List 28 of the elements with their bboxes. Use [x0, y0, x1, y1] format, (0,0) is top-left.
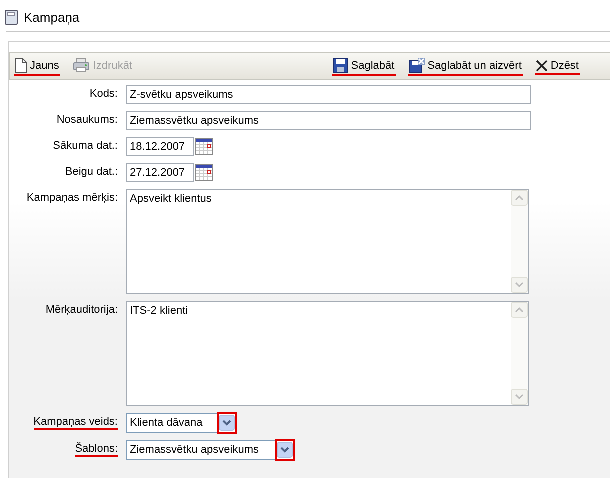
- toolbar-button[interactable]: Saglabāt un aizvērt: [408, 56, 523, 76]
- field-label: Kods:: [90, 87, 118, 102]
- date-field[interactable]: 18.12.2007: [126, 137, 194, 156]
- field-label: Beigu dat.:: [65, 165, 118, 180]
- dropdown[interactable]: Klienta dāvana: [126, 413, 236, 433]
- printer-icon: [73, 58, 90, 73]
- floppy-disk-close-icon: [408, 58, 425, 73]
- date-field[interactable]: 27.12.2007: [126, 163, 194, 182]
- text-field[interactable]: Ziemassvētku apsveikums: [126, 111, 531, 130]
- dropdown[interactable]: Ziemassvētku apsveikums: [126, 440, 294, 460]
- field-label: Šablons:: [75, 440, 118, 457]
- document-icon: [15, 58, 27, 73]
- field-label: Nosaukums:: [56, 113, 118, 128]
- calendar-icon[interactable]: [195, 164, 213, 181]
- book-icon: [5, 10, 18, 24]
- toolbar-button[interactable]: Saglabāt: [332, 56, 396, 76]
- field-label: Kampaņas mērķis:: [26, 191, 118, 206]
- toolbar-button[interactable]: Dzēst: [534, 58, 580, 74]
- calendar-icon[interactable]: [195, 138, 213, 155]
- window-title: Kampaņa: [24, 10, 80, 24]
- field-label: Sākuma dat.:: [53, 139, 118, 154]
- close-icon: [536, 60, 548, 72]
- text-field[interactable]: Z-svētku apsveikums: [126, 85, 531, 104]
- field-label: Kampaņas veids:: [34, 413, 118, 430]
- toolbar-button[interactable]: Jauns: [14, 56, 60, 76]
- chevron-down-icon[interactable]: [219, 415, 235, 431]
- field-label: Mērķauditorija:: [46, 303, 118, 318]
- chevron-down-icon[interactable]: [277, 442, 293, 458]
